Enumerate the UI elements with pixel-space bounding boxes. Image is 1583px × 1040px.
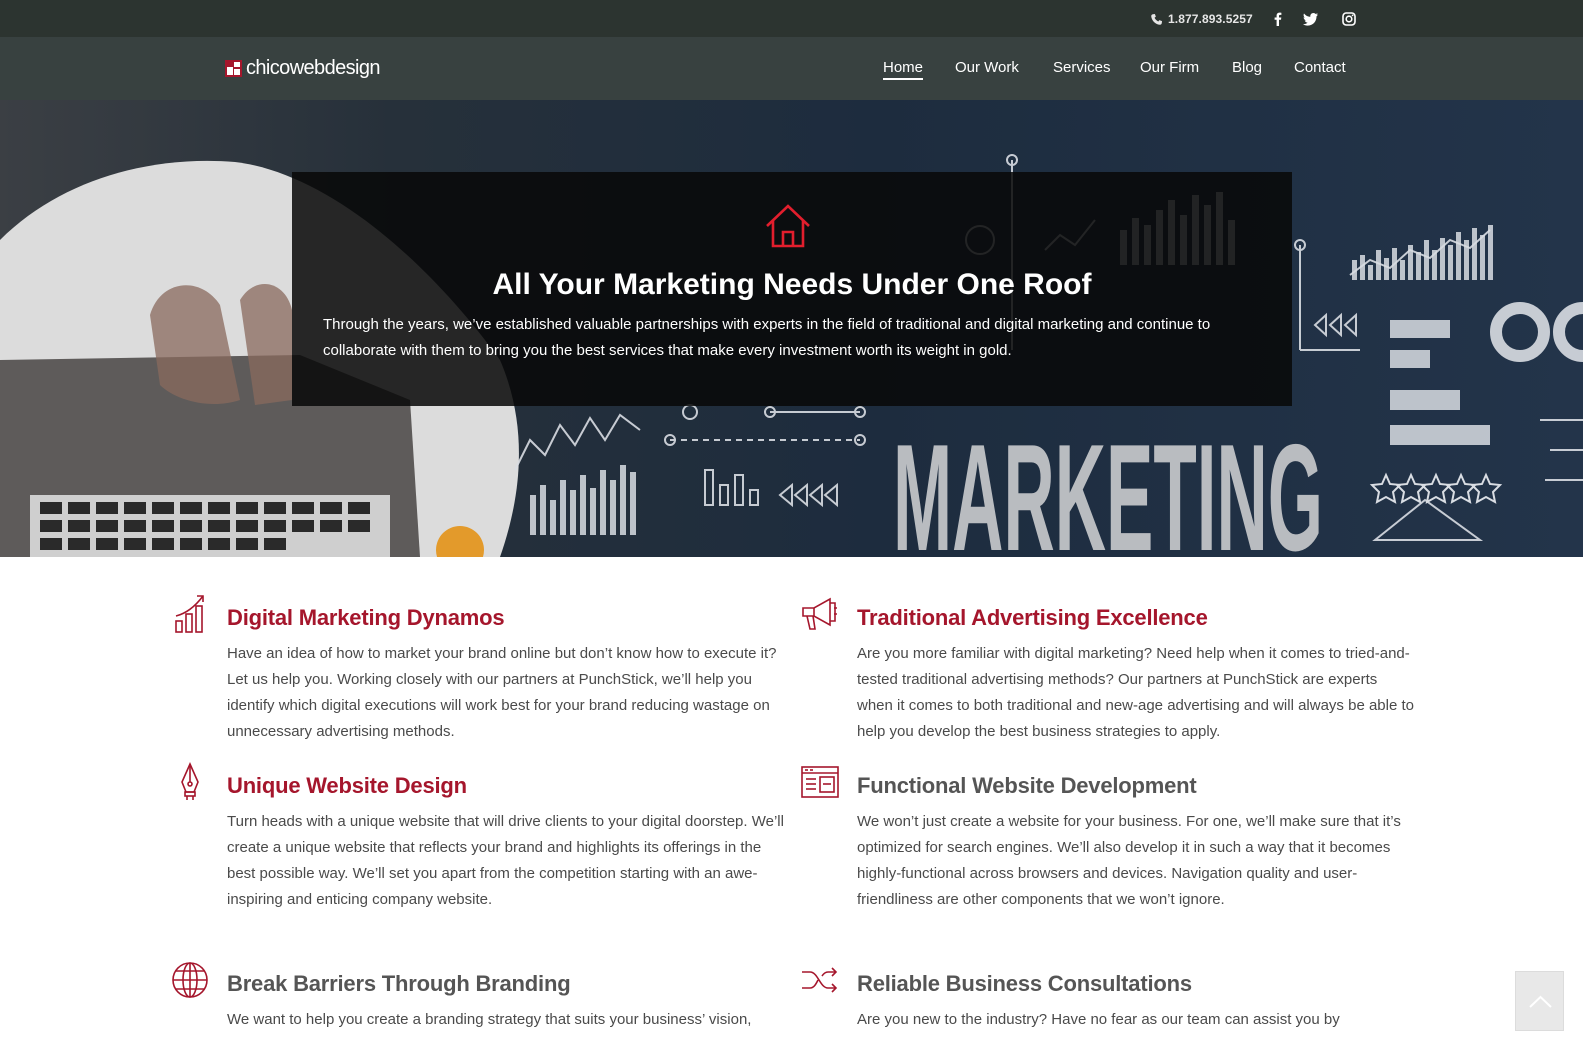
service-functional-website-development: Functional Website Development We won’t … [801, 766, 1417, 913]
service-title: Reliable Business Consultations [857, 971, 1192, 996]
main-navbar: chicowebdesign Home Our Work Services Ou… [0, 37, 1583, 100]
nav-services[interactable]: Services [1053, 59, 1111, 76]
megaphone-icon [802, 597, 837, 630]
top-bar: 1.877.893.5257 [0, 0, 1583, 37]
service-traditional-advertising: Traditional Advertising Excellence Are y… [802, 597, 1417, 745]
nav-home[interactable]: Home [883, 59, 924, 80]
service-unique-website-design: Unique Website Design Turn heads with a … [181, 762, 787, 913]
hero-banner: MARKETING All Your Marketing Needs Under… [0, 100, 1583, 557]
nav-blog[interactable]: Blog [1232, 59, 1262, 76]
service-business-consultations: Reliable Business Consultations Are you … [802, 967, 1417, 1033]
hero-description: Through the years, we’ve established val… [323, 316, 1211, 359]
instagram-icon[interactable] [1341, 11, 1357, 27]
nav-contact[interactable]: Contact [1294, 59, 1346, 76]
service-title: Digital Marketing Dynamos [227, 605, 505, 630]
phone-icon [1151, 13, 1163, 25]
site-logo[interactable]: chicowebdesign [225, 57, 381, 80]
phone-number: 1.877.893.5257 [1168, 12, 1253, 26]
logo-text: chicowebdesign [246, 57, 381, 79]
service-description: Are you new to the industry? Have no fea… [857, 1011, 1340, 1028]
chevron-up-icon [1529, 995, 1552, 1008]
nav-our-firm[interactable]: Our Firm [1140, 59, 1199, 76]
back-to-top-button[interactable] [1515, 971, 1564, 1031]
browser-window-icon [801, 766, 839, 798]
service-title: Traditional Advertising Excellence [857, 605, 1208, 630]
shuffle-icon [802, 967, 838, 993]
twitter-icon[interactable] [1303, 11, 1319, 27]
service-title: Unique Website Design [227, 773, 467, 798]
service-description: We won’t just create a website for your … [857, 813, 1401, 908]
bar-chart-icon [175, 595, 204, 633]
hero-title: All Your Marketing Needs Under One Roof [492, 268, 1092, 301]
service-title: Functional Website Development [857, 773, 1197, 798]
service-description: Have an idea of how to market your brand… [227, 645, 777, 740]
phone-contact[interactable]: 1.877.893.5257 [1150, 10, 1253, 28]
hero-overlay-box: All Your Marketing Needs Under One Roof … [292, 172, 1292, 406]
facebook-icon[interactable] [1270, 11, 1286, 27]
pen-nib-icon [181, 762, 199, 800]
service-title: Break Barriers Through Branding [227, 971, 571, 996]
service-branding: Break Barriers Through Branding We want … [172, 962, 787, 1033]
house-icon [766, 204, 810, 248]
logo-mark-icon [225, 60, 242, 77]
service-digital-marketing: Digital Marketing Dynamos Have an idea o… [175, 595, 787, 745]
service-description: Turn heads with a unique website that wi… [227, 813, 784, 908]
service-description: Are you more familiar with digital marke… [857, 645, 1414, 740]
hero-marketing-lettering: MARKETING [893, 413, 1323, 557]
globe-icon [172, 962, 208, 998]
nav-our-work[interactable]: Our Work [955, 59, 1019, 76]
service-description: We want to help you create a branding st… [227, 1011, 752, 1028]
